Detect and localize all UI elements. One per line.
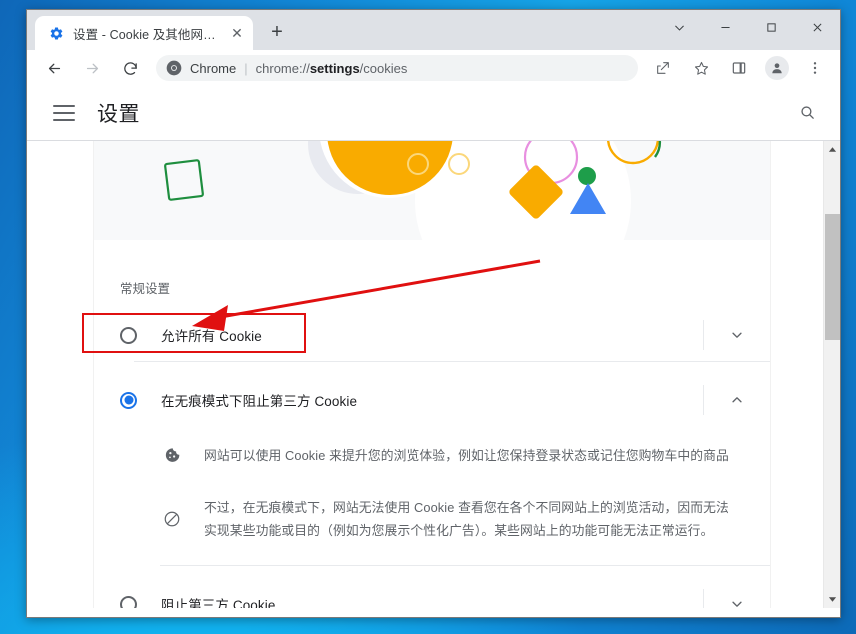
- settings-header: 设置: [27, 86, 840, 140]
- new-tab-button[interactable]: +: [262, 17, 292, 47]
- section-label: 常规设置: [120, 282, 171, 296]
- scrollbar-thumb[interactable]: [825, 214, 840, 340]
- minimize-button[interactable]: [702, 10, 748, 44]
- option-label: 允许所有 Cookie: [161, 329, 262, 344]
- omnibox-separator: |: [244, 60, 248, 76]
- close-button[interactable]: [794, 10, 840, 44]
- description-text: 不过，在无痕模式下，网站无法使用 Cookie 查看您在各个不同网站上的浏览活动…: [204, 499, 729, 539]
- vertical-scrollbar[interactable]: [823, 141, 840, 608]
- tab-strip: 设置 - Cookie 及其他网站数据 ✕ +: [27, 10, 840, 50]
- tab-search-button[interactable]: [656, 10, 702, 44]
- radio-block-third-party-incognito[interactable]: [120, 391, 137, 409]
- browser-toolbar: Chrome | chrome://settings/cookies: [27, 50, 840, 86]
- tab-close-button[interactable]: ✕: [227, 23, 247, 43]
- option-row-allow-all-cookies[interactable]: 允许所有 Cookie: [94, 309, 770, 361]
- search-icon[interactable]: [792, 98, 822, 128]
- list-divider: [160, 565, 770, 567]
- browser-tab[interactable]: 设置 - Cookie 及其他网站数据 ✕: [35, 16, 253, 50]
- chevron-down-icon[interactable]: [704, 578, 770, 608]
- scroll-up-button[interactable]: [824, 141, 840, 158]
- chevron-up-icon[interactable]: [704, 374, 770, 426]
- omnibox-url: chrome://settings/cookies: [256, 61, 408, 76]
- radio-allow-all-cookies[interactable]: [120, 326, 137, 344]
- address-bar[interactable]: Chrome | chrome://settings/cookies: [156, 55, 638, 81]
- omnibox-url-suffix: /cookies: [359, 60, 408, 76]
- description-row-blocked: 不过，在无痕模式下，网站无法使用 Cookie 查看您在各个不同网站上的浏览活动…: [94, 468, 770, 565]
- back-button[interactable]: [40, 54, 68, 82]
- cookie-icon: [162, 444, 182, 464]
- omnibox-url-prefix: chrome://: [255, 60, 310, 76]
- share-icon[interactable]: [649, 54, 677, 82]
- bookmark-star-icon[interactable]: [687, 54, 715, 82]
- page-title: 设置: [97, 102, 140, 126]
- option-row-block-third-party-incognito[interactable]: 在无痕模式下阻止第三方 Cookie: [94, 374, 770, 426]
- maximize-button[interactable]: [748, 10, 794, 44]
- chrome-logo-icon: [166, 60, 182, 76]
- description-text: 网站可以使用 Cookie 来提升您的浏览体验，例如让您保持登录状态或记住您购物…: [204, 448, 729, 463]
- chevron-down-icon[interactable]: [704, 309, 770, 361]
- omnibox-scheme-label: Chrome: [190, 60, 237, 76]
- option-row-block-third-party-cookies[interactable]: 阻止第三方 Cookie: [94, 578, 770, 608]
- forward-button[interactable]: [78, 54, 106, 82]
- side-panel-icon[interactable]: [725, 54, 753, 82]
- settings-gear-icon: [48, 25, 64, 41]
- radio-block-third-party-cookies[interactable]: [120, 595, 137, 608]
- browser-menu-button[interactable]: [801, 54, 829, 82]
- browser-window: 设置 - Cookie 及其他网站数据 ✕ + Chrome | chrome:…: [26, 9, 841, 618]
- profile-avatar[interactable]: [765, 56, 789, 80]
- hamburger-menu-icon[interactable]: [53, 104, 75, 121]
- list-divider: [134, 361, 770, 362]
- settings-card: 常规设置 允许所有 Cookie 在无痕模式下阻止第三方 Cookie 网站可以…: [93, 141, 771, 608]
- option-label: 阻止第三方 Cookie: [161, 598, 276, 608]
- settings-content-viewport: 常规设置 允许所有 Cookie 在无痕模式下阻止第三方 Cookie 网站可以…: [27, 140, 840, 608]
- block-circle-slash-icon: [162, 509, 182, 529]
- omnibox-url-bold: settings: [309, 60, 360, 76]
- reload-button[interactable]: [116, 54, 144, 82]
- scroll-down-button[interactable]: [824, 591, 840, 608]
- description-row-cookie: 网站可以使用 Cookie 来提升您的浏览体验，例如让您保持登录状态或记住您购物…: [94, 426, 770, 468]
- toolbar-actions: [644, 54, 834, 82]
- window-controls: [656, 10, 840, 44]
- cookies-banner-illustration: [94, 141, 770, 240]
- tab-title: 设置 - Cookie 及其他网站数据: [73, 27, 227, 42]
- option-label: 在无痕模式下阻止第三方 Cookie: [161, 394, 358, 409]
